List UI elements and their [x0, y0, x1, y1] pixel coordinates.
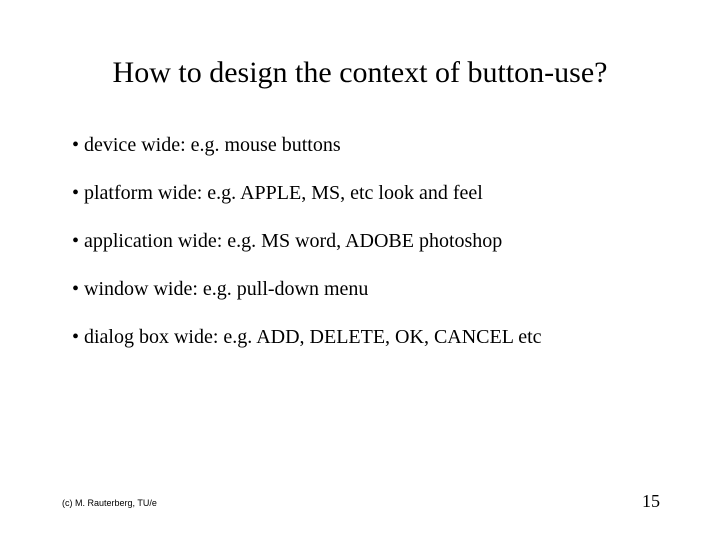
- footer-copyright: (c) M. Rauterberg, TU/e: [62, 498, 157, 508]
- bullet-list: • device wide: e.g. mouse buttons • plat…: [0, 90, 720, 350]
- bullet-item: • application wide: e.g. MS word, ADOBE …: [72, 228, 660, 254]
- footer-page-number: 15: [642, 491, 660, 512]
- bullet-item: • dialog box wide: e.g. ADD, DELETE, OK,…: [72, 324, 660, 350]
- bullet-item: • platform wide: e.g. APPLE, MS, etc loo…: [72, 180, 660, 206]
- slide-title: How to design the context of button-use?: [0, 0, 720, 90]
- bullet-item: • device wide: e.g. mouse buttons: [72, 132, 660, 158]
- bullet-item: • window wide: e.g. pull-down menu: [72, 276, 660, 302]
